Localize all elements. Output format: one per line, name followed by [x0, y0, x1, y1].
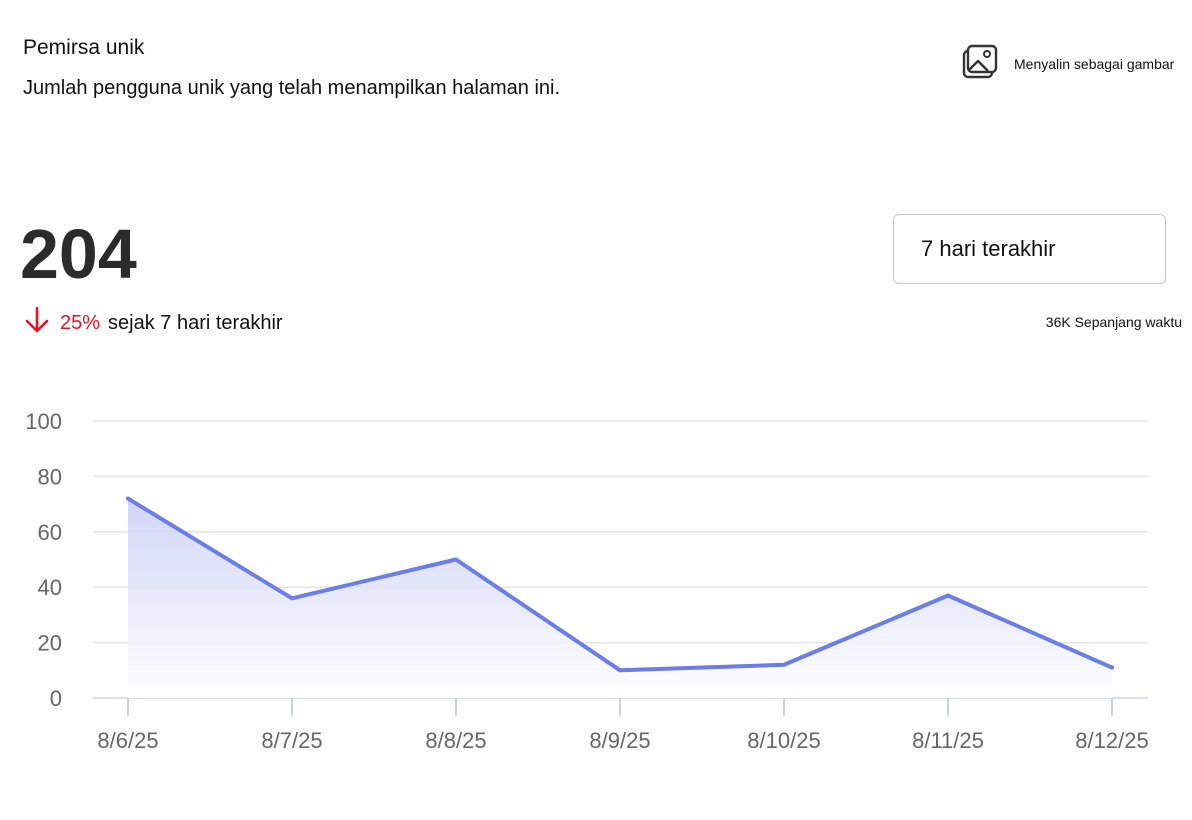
x-tick-label: 8/10/25	[747, 728, 820, 753]
x-tick-label: 8/11/25	[912, 728, 984, 753]
page-title: Pemirsa unik	[23, 36, 145, 59]
data-point	[946, 593, 950, 598]
unique-viewers-count: 204	[20, 215, 137, 293]
data-point	[290, 596, 294, 601]
arrow-down-icon	[24, 306, 60, 340]
y-tick-label: 0	[50, 686, 62, 711]
image-icon	[960, 43, 998, 86]
x-tick-label: 8/8/25	[425, 728, 486, 753]
data-point	[126, 496, 130, 501]
x-tick-label: 8/7/25	[261, 728, 322, 753]
y-tick-label: 80	[38, 464, 62, 489]
data-point	[618, 668, 622, 673]
trend-text: sejak 7 hari terakhir	[108, 311, 283, 334]
data-point	[1110, 665, 1114, 670]
copy-as-image-label: Menyalin sebagai gambar	[1014, 56, 1175, 72]
x-tick-label: 8/12/25	[1075, 728, 1148, 753]
all-time-total: 36K Sepanjang waktu	[1045, 314, 1182, 330]
line-chart: 0 20 40 60 80 100 8/6/25 8/7/25 8/8/25 8/9/25 8/10…	[25, 409, 1148, 753]
y-tick-label: 40	[38, 575, 62, 600]
x-tick-label: 8/9/25	[589, 728, 650, 753]
page-subtitle: Jumlah pengguna unik yang telah menampil…	[23, 77, 561, 99]
date-range-dropdown[interactable]: 7 hari terakhir	[893, 214, 1166, 284]
y-tick-label: 20	[38, 631, 62, 656]
y-tick-label: 100	[25, 409, 62, 434]
copy-as-image-button[interactable]: Menyalin sebagai gambar	[960, 44, 1188, 84]
y-tick-label: 60	[38, 520, 62, 545]
data-point	[782, 662, 786, 667]
trend-indicator: 25% sejak 7 hari terakhir	[24, 306, 283, 340]
x-tick-label: 8/6/25	[97, 728, 158, 753]
data-point	[454, 557, 458, 562]
trend-percent: 25%	[60, 311, 101, 334]
date-range-value: 7 hari terakhir	[921, 236, 1056, 261]
